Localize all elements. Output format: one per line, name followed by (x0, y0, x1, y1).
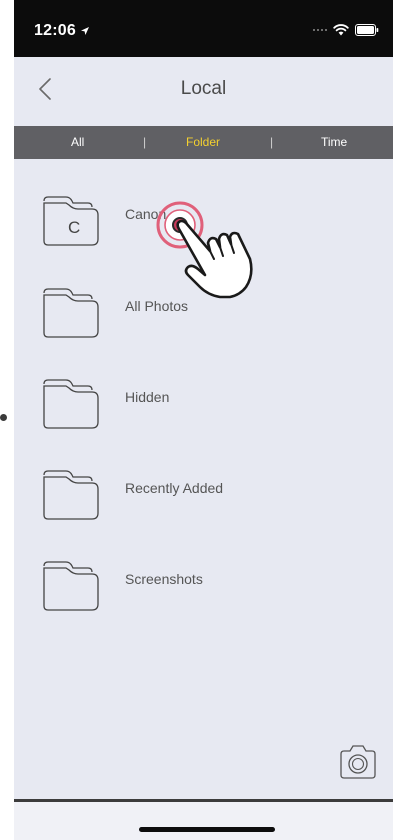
folder-icon (43, 379, 99, 429)
home-indicator[interactable] (139, 827, 275, 832)
page-edge-marker (0, 414, 7, 421)
folder-item-hidden[interactable]: Hidden (14, 376, 393, 456)
status-icons (313, 24, 379, 36)
camera-icon[interactable] (337, 742, 379, 782)
home-area (14, 802, 393, 840)
page-title: Local (180, 78, 227, 99)
battery-icon (355, 24, 379, 36)
folder-label: All Photos (125, 298, 189, 314)
tab-folder[interactable]: Folder (186, 126, 220, 159)
folder-label: Screenshots (125, 571, 203, 587)
folder-label: Canon (125, 206, 167, 222)
folder-label: Hidden (125, 389, 170, 405)
folder-item-canon[interactable]: C Canon (14, 193, 393, 273)
tab-all[interactable]: All (71, 126, 84, 159)
filter-tab-bar: All | Folder | Time (14, 126, 393, 159)
signal-dots-icon (313, 29, 327, 31)
nav-bar: Local (14, 57, 393, 126)
tab-separator: | (143, 135, 147, 149)
wifi-icon (333, 24, 349, 36)
phone-screen: 12:06 Local All | Folder | Time C Canon … (14, 0, 393, 840)
tab-time[interactable]: Time (321, 126, 347, 159)
tab-separator: | (270, 135, 274, 149)
location-arrow-icon (80, 27, 89, 35)
status-time-group: 12:06 (34, 22, 90, 40)
folder-item-all-photos[interactable]: All Photos (14, 285, 393, 365)
folder-icon (43, 288, 99, 338)
folder-icon (43, 470, 99, 520)
folder-icon: C (43, 196, 99, 246)
folder-label: Recently Added (125, 480, 224, 496)
status-bar: 12:06 (14, 0, 393, 57)
folder-icon (43, 561, 99, 611)
folder-item-screenshots[interactable]: Screenshots (14, 558, 393, 638)
folder-letter: C (68, 218, 80, 237)
status-time: 12:06 (34, 22, 76, 39)
folder-item-recently-added[interactable]: Recently Added (14, 467, 393, 547)
